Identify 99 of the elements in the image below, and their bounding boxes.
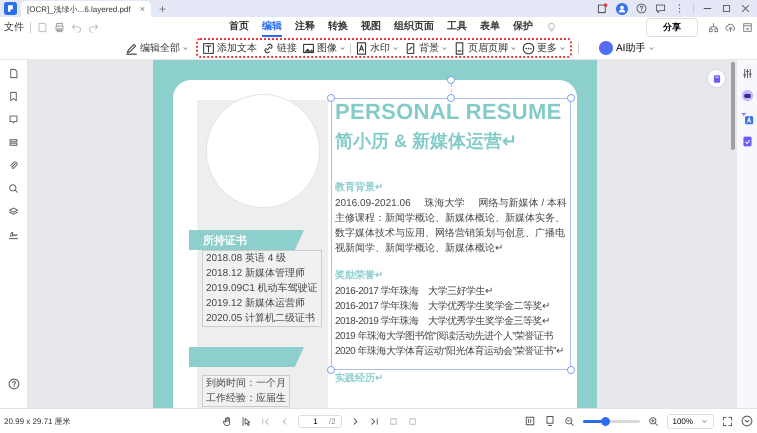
award-item: 2016-2017 学年珠海 大学三好学生↵ [335,284,494,299]
share-button[interactable]: 分享 [646,18,698,36]
message-icon[interactable] [655,3,666,14]
caret-icon [648,44,656,52]
link-icon [262,42,275,54]
sliders-icon[interactable] [742,68,752,79]
select-tool-icon[interactable] [240,416,252,426]
image-icon [302,42,315,54]
last-page-icon[interactable] [368,416,380,426]
watermark-icon [355,42,368,54]
toolbar-button[interactable]: 更多 [521,41,567,55]
zoom-out-icon[interactable] [564,416,575,426]
section-heading: 奖励荣誉↵ [335,268,384,283]
job-info-item: 到岗时间：一个月 [206,376,286,391]
more-icon [522,42,535,54]
menu-tab[interactable]: 注释 [295,17,315,37]
scroll-mode-icon[interactable] [544,415,556,427]
collapse-icon[interactable] [741,415,753,427]
pen-icon [125,42,138,54]
certificate-item: 2018.12 新媒体管理师 [206,266,306,281]
collapse-panel-icon[interactable] [742,22,753,32]
zoom-slider-thumb[interactable] [601,416,610,426]
org-chart-icon[interactable] [708,22,719,32]
certificate-item: 2019.12 新媒体运营师 [206,296,306,311]
education-detail: 网络与新媒体 / 本科 [478,196,567,211]
education-detail: 珠海大学 [424,196,465,211]
menu-tab[interactable]: 视图 [361,17,381,37]
comment-icon[interactable] [8,114,19,125]
translate-icon[interactable] [740,112,754,125]
stack-icon[interactable] [8,206,19,217]
page-dimensions: 20.99 x 29.71 厘米 [4,416,71,426]
toolbar-button[interactable]: 链接 [261,41,298,55]
award-item: 2016-2017 学年珠海 大学优秀学生奖学金二等奖↵ [335,300,551,314]
zoom-in-icon[interactable] [648,416,659,426]
layers-icon[interactable] [8,137,19,148]
maximize-icon[interactable] [721,3,732,14]
page-layout-icon[interactable] [524,415,536,427]
help-icon[interactable] [636,3,647,14]
header-footer-icon [453,42,466,54]
menu-tab[interactable]: 保护 [513,17,533,37]
zoom-slider[interactable] [582,420,640,422]
print-icon[interactable] [54,22,65,32]
edit-all-button[interactable]: 编辑全部 [124,41,190,55]
zoom-dropdown[interactable]: 100% [666,414,714,428]
hand-tool-icon[interactable] [222,416,233,426]
job-info-item: 工作经验：应届生 [206,392,286,406]
menu-tab[interactable]: 编辑 [262,17,282,37]
app-logo [4,2,17,15]
resume-subtitle: 简小历 & 新媒体运营↵ [335,130,518,152]
ai-assistant-button[interactable]: AI助手 [593,40,662,56]
notebook-icon [712,74,722,84]
signature-icon[interactable] [8,229,19,240]
toolbar-button[interactable]: 图像 [301,41,347,55]
attachment-icon[interactable] [8,160,19,171]
menu-tab[interactable]: 表单 [480,17,500,37]
search-icon[interactable] [8,183,19,194]
scrollbar[interactable] [731,62,735,150]
course-text: 主修课程：新闻学概论、新媒体概论、新媒体实务、数字媒体技术与应用、网络营销策划与创意、广播电视新闻学、新闻学概论、新媒体概论↵ [335,212,566,256]
floating-action-button[interactable] [708,70,725,87]
toolbar-button[interactable]: 水印 [354,41,400,55]
award-item: 2019 年珠海大学图书馆“阅读活动先进个人”荣誉证书 [335,330,554,344]
education-detail: 2016.09-2021.06 [335,197,411,211]
menu-tab[interactable]: 组织页面 [394,17,434,37]
background-icon [404,42,417,54]
caret-icon [701,418,708,424]
section-heading: 教育背景↵ [335,180,384,195]
page-icon[interactable] [8,68,19,79]
toolbar-button[interactable]: 页眉页脚 [452,41,518,55]
cloud-upload-icon[interactable] [725,22,736,32]
bookmark-icon[interactable] [8,91,19,102]
certificate-item: 2020.05 计算机二级证书 [206,312,316,326]
caret-icon [182,44,189,52]
award-item: 2018-2019 学年珠海 大学优秀学生奖学金三等奖↵ [335,314,551,329]
check-document-icon[interactable] [740,135,754,148]
new-tab-button[interactable]: + [159,2,166,16]
document-tab[interactable]: [OCR]_浅绿小...6.layered.pdf × [21,1,151,17]
section-heading: 实践经历↵ [335,371,384,386]
section-banner: 所持证书 [189,230,304,250]
resume-title: PERSONAL RESUME [335,100,563,124]
avatar-icon[interactable] [616,2,628,14]
fit-screen-icon[interactable] [722,416,733,426]
certificate-item: 2019.09C1 机动车驾驶证 [206,282,318,296]
selection-frame[interactable] [327,76,575,374]
help-icon[interactable] [8,378,20,390]
toolbar-button[interactable]: 添加文本 [201,41,258,55]
menu-tab[interactable]: 首页 [229,17,249,37]
award-item: 2020 年珠海大学体育运动“阳光体育运动会”荣誉证书”↵ [335,344,565,359]
text-box-icon [202,42,215,54]
close-tab-button[interactable]: × [140,4,145,14]
certificate-item: 2018.08 英语 4 级 [206,252,288,266]
tab-title: [OCR]_浅绿小...6.layered.pdf [27,4,131,14]
page-total: /2 [328,416,336,426]
menu-tab[interactable]: 转换 [328,17,348,37]
toolbar-button[interactable]: 背景 [403,41,449,55]
close-icon[interactable] [740,3,751,14]
notification-icon[interactable] [597,3,608,14]
file-menu[interactable]: 文件 [4,20,24,34]
menu-tab[interactable]: 工具 [447,17,467,37]
robot-icon[interactable] [740,89,754,102]
